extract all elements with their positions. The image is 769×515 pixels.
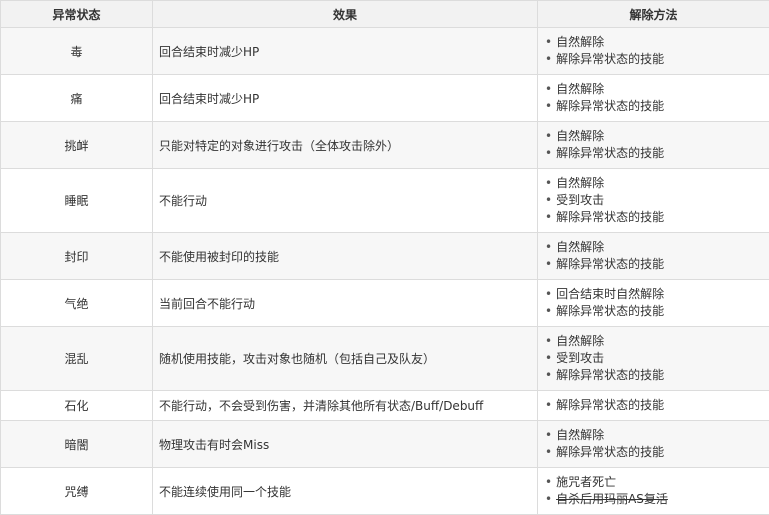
header-status: 异常状态 bbox=[0, 0, 153, 28]
status-effect: 回合结束时减少HP bbox=[152, 74, 538, 122]
status-name: 睡眠 bbox=[0, 168, 153, 233]
status-effect: 不能行动 bbox=[152, 168, 538, 233]
status-effect: 随机使用技能，攻击对象也随机（包括自己及队友） bbox=[152, 326, 538, 391]
cure-item: 自然解除 bbox=[545, 34, 769, 51]
status-name: 气绝 bbox=[0, 279, 153, 327]
cure-cell: 自然解除 解除异常状态的技能 bbox=[537, 420, 769, 468]
cure-cell: 自然解除 解除异常状态的技能 bbox=[537, 74, 769, 122]
cure-item: 解除异常状态的技能 bbox=[545, 145, 769, 162]
status-name: 石化 bbox=[0, 390, 153, 421]
cure-item: 解除异常状态的技能 bbox=[545, 397, 769, 414]
cure-item: 回合结束时自然解除 bbox=[545, 286, 769, 303]
cure-item: 自然解除 bbox=[545, 239, 769, 256]
table-header: 异常状态 效果 解除方法 bbox=[0, 0, 769, 28]
status-name: 封印 bbox=[0, 232, 153, 280]
cure-item: 解除异常状态的技能 bbox=[545, 51, 769, 68]
cure-item: 解除异常状态的技能 bbox=[545, 444, 769, 461]
cure-item: 解除异常状态的技能 bbox=[545, 367, 769, 384]
table-row: 睡眠 不能行动 自然解除 受到攻击 解除异常状态的技能 bbox=[0, 168, 769, 233]
cure-list: 解除异常状态的技能 bbox=[545, 397, 769, 414]
cure-item: 自然解除 bbox=[545, 81, 769, 98]
cure-item: 自然解除 bbox=[545, 175, 769, 192]
cure-item: 受到攻击 bbox=[545, 350, 769, 367]
cure-list: 施咒者死亡 自杀后用玛丽AS复活 bbox=[545, 474, 769, 508]
table-row: 暗闇 物理攻击有时会Miss 自然解除 解除异常状态的技能 bbox=[0, 420, 769, 468]
cure-list: 自然解除 解除异常状态的技能 bbox=[545, 427, 769, 461]
status-effect: 回合结束时减少HP bbox=[152, 27, 538, 75]
cure-cell: 自然解除 受到攻击 解除异常状态的技能 bbox=[537, 168, 769, 233]
cure-item-strikethrough: 自杀后用玛丽AS复活 bbox=[545, 491, 769, 508]
status-effects-table: 异常状态 效果 解除方法 毒 回合结束时减少HP 自然解除 解除异常状态的技能 … bbox=[0, 0, 769, 515]
cure-list: 自然解除 解除异常状态的技能 bbox=[545, 34, 769, 68]
status-name: 痛 bbox=[0, 74, 153, 122]
header-row: 异常状态 效果 解除方法 bbox=[0, 0, 769, 28]
cure-item: 解除异常状态的技能 bbox=[545, 256, 769, 273]
status-name: 毒 bbox=[0, 27, 153, 75]
cure-cell: 自然解除 解除异常状态的技能 bbox=[537, 121, 769, 169]
cure-item: 解除异常状态的技能 bbox=[545, 209, 769, 226]
status-name: 混乱 bbox=[0, 326, 153, 391]
cure-cell: 回合结束时自然解除 解除异常状态的技能 bbox=[537, 279, 769, 327]
header-cure: 解除方法 bbox=[537, 0, 769, 28]
cure-list: 自然解除 受到攻击 解除异常状态的技能 bbox=[545, 333, 769, 384]
cure-item: 自然解除 bbox=[545, 427, 769, 444]
status-effect: 当前回合不能行动 bbox=[152, 279, 538, 327]
cure-item: 解除异常状态的技能 bbox=[545, 303, 769, 320]
status-effect: 不能行动，不会受到伤害，并清除其他所有状态/Buff/Debuff bbox=[152, 390, 538, 421]
table-row: 咒缚 不能连续使用同一个技能 施咒者死亡 自杀后用玛丽AS复活 bbox=[0, 467, 769, 515]
table-row: 混乱 随机使用技能，攻击对象也随机（包括自己及队友） 自然解除 受到攻击 解除异… bbox=[0, 326, 769, 391]
cure-list: 自然解除 解除异常状态的技能 bbox=[545, 81, 769, 115]
cure-item: 自然解除 bbox=[545, 128, 769, 145]
status-effect: 不能连续使用同一个技能 bbox=[152, 467, 538, 515]
header-effect: 效果 bbox=[152, 0, 538, 28]
table-row: 封印 不能使用被封印的技能 自然解除 解除异常状态的技能 bbox=[0, 232, 769, 280]
cure-cell: 解除异常状态的技能 bbox=[537, 390, 769, 421]
table-row: 痛 回合结束时减少HP 自然解除 解除异常状态的技能 bbox=[0, 74, 769, 122]
cure-item: 施咒者死亡 bbox=[545, 474, 769, 491]
table-row: 挑衅 只能对特定的对象进行攻击（全体攻击除外） 自然解除 解除异常状态的技能 bbox=[0, 121, 769, 169]
table-row: 石化 不能行动，不会受到伤害，并清除其他所有状态/Buff/Debuff 解除异… bbox=[0, 390, 769, 421]
status-name: 暗闇 bbox=[0, 420, 153, 468]
cure-cell: 施咒者死亡 自杀后用玛丽AS复活 bbox=[537, 467, 769, 515]
table-row: 毒 回合结束时减少HP 自然解除 解除异常状态的技能 bbox=[0, 27, 769, 75]
status-effect: 物理攻击有时会Miss bbox=[152, 420, 538, 468]
cure-list: 自然解除 解除异常状态的技能 bbox=[545, 239, 769, 273]
status-effect: 不能使用被封印的技能 bbox=[152, 232, 538, 280]
cure-list: 回合结束时自然解除 解除异常状态的技能 bbox=[545, 286, 769, 320]
status-effect: 只能对特定的对象进行攻击（全体攻击除外） bbox=[152, 121, 538, 169]
table-row: 气绝 当前回合不能行动 回合结束时自然解除 解除异常状态的技能 bbox=[0, 279, 769, 327]
cure-item: 受到攻击 bbox=[545, 192, 769, 209]
cure-item: 自然解除 bbox=[545, 333, 769, 350]
cure-cell: 自然解除 解除异常状态的技能 bbox=[537, 232, 769, 280]
cure-list: 自然解除 解除异常状态的技能 bbox=[545, 128, 769, 162]
status-name: 咒缚 bbox=[0, 467, 153, 515]
cure-cell: 自然解除 受到攻击 解除异常状态的技能 bbox=[537, 326, 769, 391]
status-name: 挑衅 bbox=[0, 121, 153, 169]
cure-cell: 自然解除 解除异常状态的技能 bbox=[537, 27, 769, 75]
cure-list: 自然解除 受到攻击 解除异常状态的技能 bbox=[545, 175, 769, 226]
cure-item: 解除异常状态的技能 bbox=[545, 98, 769, 115]
table-body: 毒 回合结束时减少HP 自然解除 解除异常状态的技能 痛 回合结束时减少HP 自… bbox=[0, 27, 769, 515]
